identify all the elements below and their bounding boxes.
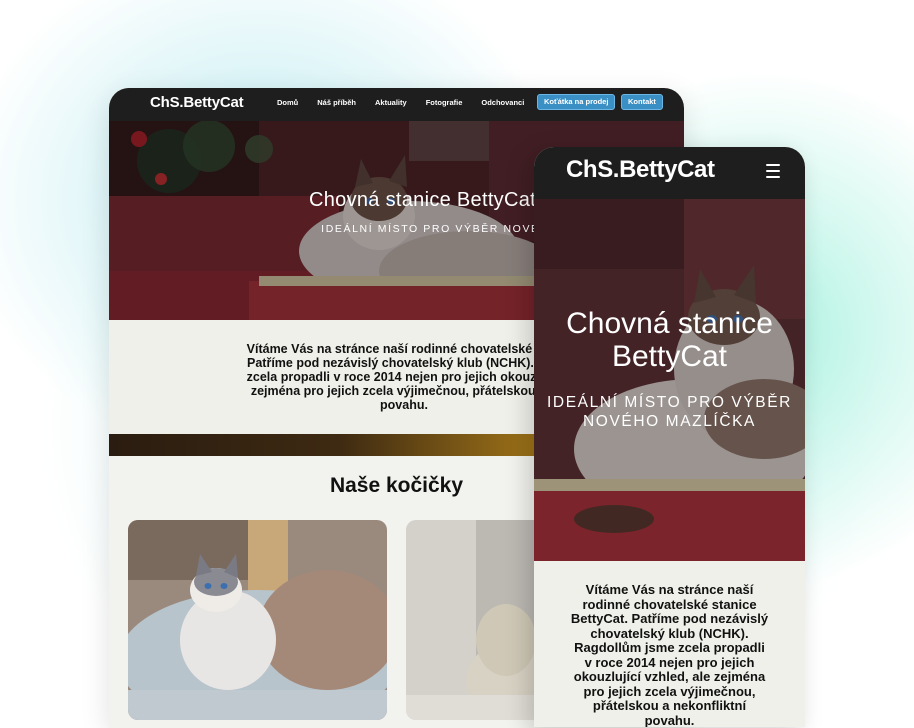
mobile-hero-title: Chovná stanice BettyCat — [534, 307, 805, 373]
welcome-line: povahu. — [380, 398, 428, 412]
cat-card[interactable] — [128, 520, 387, 720]
mobile-hero-title-line: BettyCat — [611, 340, 728, 373]
nav-item-fotografie[interactable]: Fotografie — [426, 97, 463, 109]
welcome-line: zcela propadli v roce 2014 nejen pro jej… — [246, 370, 562, 384]
mobile-hero-subtitle-line: NOVÉHO MAZLÍČKA — [583, 413, 756, 430]
welcome-line: povahu. — [644, 712, 695, 727]
cat-photo — [128, 520, 387, 720]
mobile-mockup: ChS.BettyCat Chovná stanice BettyCat IDE… — [534, 147, 805, 727]
mobile-hero-overlay — [534, 199, 805, 561]
welcome-line: chovatelský klub (NCHK). — [590, 625, 749, 641]
kittens-for-sale-button[interactable]: Koťátka na prodej — [537, 94, 616, 110]
welcome-line: v roce 2014 nejen pro jejich — [584, 654, 755, 670]
site-logo[interactable]: ChS.BettyCat — [150, 94, 244, 111]
mobile-hero-subtitle: IDEÁLNÍ MÍSTO PRO VÝBĚR NOVÉHO MAZLÍČKA — [534, 393, 805, 431]
welcome-line: Patříme pod nezávislý chovatelský klub (… — [247, 356, 561, 370]
welcome-line: BettyCat. Patříme pod nezávislý — [570, 611, 769, 626]
mobile-hero-title-line: Chovná stanice — [566, 307, 773, 340]
welcome-line: rodinné chovatelské stanice — [582, 596, 757, 612]
contact-button[interactable]: Kontakt — [621, 94, 663, 110]
welcome-line: Vítáme Vás na stránce naší rodinné chova… — [246, 342, 562, 356]
nav-item-nas-pribeh[interactable]: Náš příběh — [317, 97, 356, 109]
mobile-navbar: ChS.BettyCat — [534, 147, 805, 199]
mobile-welcome: Vítáme Vás na stránce naší rodinné chova… — [534, 561, 805, 727]
nav-item-aktuality[interactable]: Aktuality — [375, 97, 407, 109]
welcome-line: přátelskou a nekonfliktní — [592, 698, 747, 713]
nav-item-domu[interactable]: Domů — [277, 97, 298, 109]
welcome-line: Ragdollům jsme zcela propadli — [574, 640, 765, 655]
mobile-welcome-text: Vítáme Vás na stránce naší rodinné chova… — [546, 582, 793, 727]
mobile-hero-subtitle-line: IDEÁLNÍ MÍSTO PRO VÝBĚR — [547, 394, 792, 411]
welcome-line: okouzlující vzhled, ale zejména — [573, 669, 766, 684]
nav-item-odchovanci[interactable]: Odchovanci — [481, 97, 524, 109]
welcome-line: Vítáme Vás na stránce naší — [585, 582, 754, 597]
welcome-line: zejména pro jejich zcela výjimečnou, přá… — [250, 384, 558, 398]
desktop-menu: Domů Náš příběh Aktuality Fotografie Odc… — [277, 97, 543, 109]
welcome-line: pro jejich zcela výjimečnou, — [583, 683, 756, 699]
desktop-navbar: ChS.BettyCat Domů Náš příběh Aktuality F… — [109, 88, 684, 121]
mobile-hero: Chovná stanice BettyCat IDEÁLNÍ MÍSTO PR… — [534, 199, 805, 561]
mobile-site-logo[interactable]: ChS.BettyCat — [566, 156, 715, 184]
hamburger-menu-icon[interactable] — [766, 164, 780, 178]
